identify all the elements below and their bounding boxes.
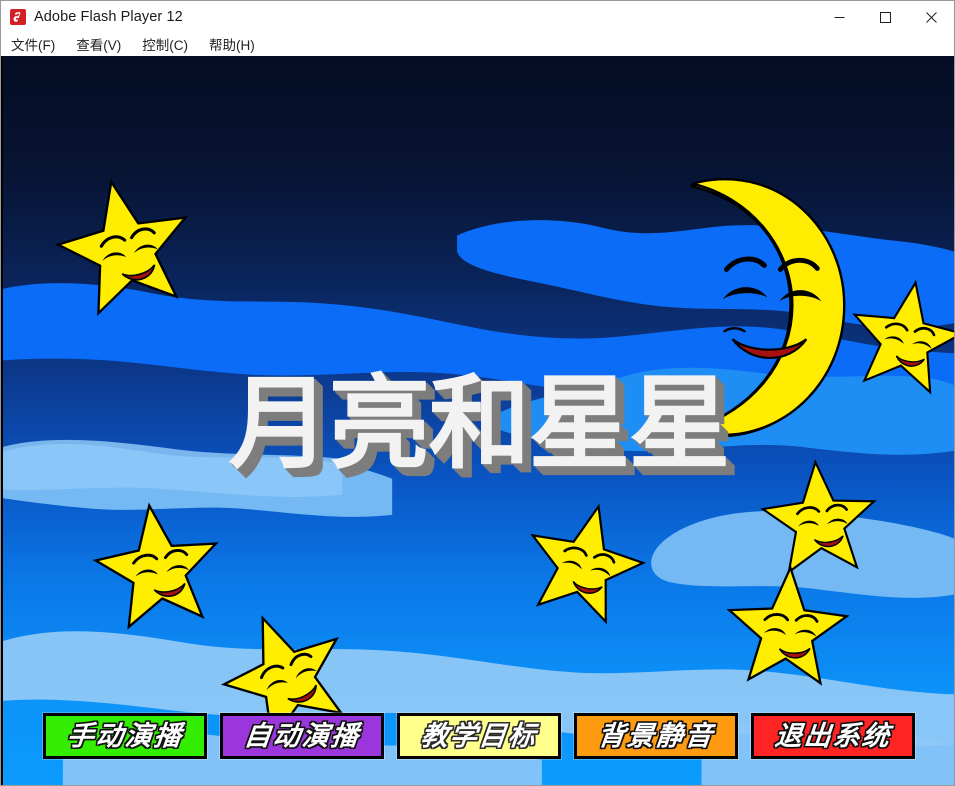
manual-play-label: 手动演播 — [64, 720, 185, 752]
menu-item-file[interactable]: 文件(F) — [11, 32, 65, 57]
flash-icon — [10, 9, 26, 25]
teaching-goal-label: 教学目标 — [418, 720, 539, 752]
exit-system-button[interactable]: 退出系统 — [750, 713, 915, 759]
control-button-row: 手动演播 自动演播 教学目标 背景静音 退出系统 — [3, 713, 954, 759]
teaching-goal-button[interactable]: 教学目标 — [396, 713, 561, 759]
mute-background-label: 背景静音 — [595, 720, 716, 752]
menu-item-help[interactable]: 帮助(H) — [209, 32, 265, 57]
manual-play-button[interactable]: 手动演播 — [42, 713, 207, 759]
flash-stage-area: 月亮和星星 手动演播 自动演播 教学目标 背景静音 退出系统 — [1, 56, 954, 785]
exit-system-label: 退出系统 — [772, 720, 893, 752]
maximize-icon — [879, 11, 891, 23]
minimize-button[interactable] — [816, 1, 862, 33]
maximize-button[interactable] — [862, 1, 908, 33]
close-button[interactable] — [908, 1, 954, 33]
window-title: Adobe Flash Player 12 — [34, 9, 183, 25]
auto-play-label: 自动演播 — [241, 720, 362, 752]
close-icon — [925, 11, 937, 23]
title-bar: Adobe Flash Player 12 — [1, 1, 954, 33]
auto-play-button[interactable]: 自动演播 — [219, 713, 384, 759]
menu-item-control[interactable]: 控制(C) — [142, 32, 198, 57]
mute-background-button[interactable]: 背景静音 — [573, 713, 738, 759]
menu-bar: 文件(F) 查看(V) 控制(C) 帮助(H) — [1, 33, 954, 56]
minimize-icon — [834, 16, 844, 18]
window-controls — [816, 1, 954, 33]
flash-stage[interactable]: 月亮和星星 手动演播 自动演播 教学目标 背景静音 退出系统 — [3, 56, 954, 785]
menu-item-view[interactable]: 查看(V) — [76, 32, 131, 57]
night-sky-illustration — [3, 56, 954, 785]
flash-player-window: Adobe Flash Player 12 文件(F) 查看(V) 控制(C) … — [0, 0, 955, 786]
